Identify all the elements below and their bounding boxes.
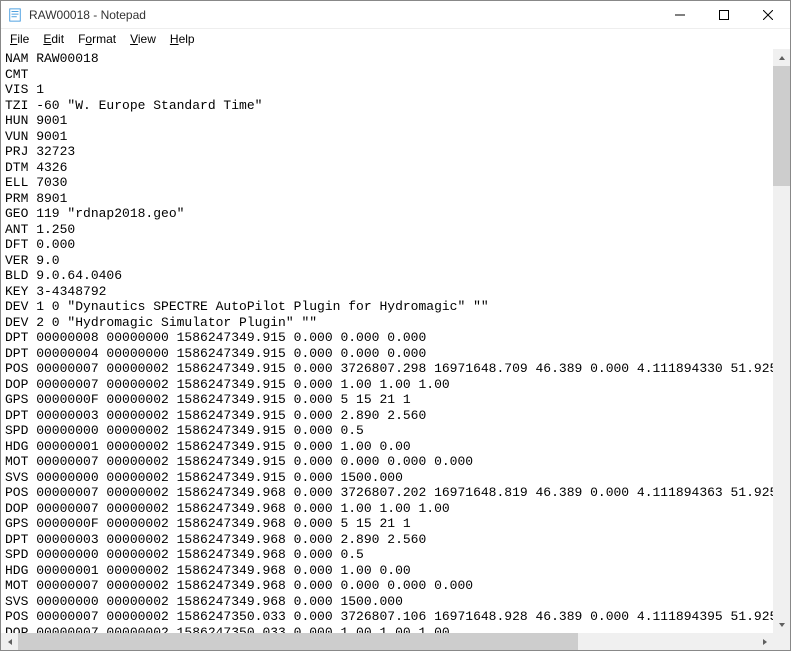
menubar: File Edit Format View Help (1, 29, 790, 49)
scroll-corner (773, 633, 790, 650)
scroll-down-button[interactable] (773, 616, 790, 633)
scroll-right-button[interactable] (756, 633, 773, 650)
menu-edit[interactable]: Edit (36, 31, 71, 47)
window-controls (658, 1, 790, 28)
scroll-left-button[interactable] (1, 633, 18, 650)
vertical-scrollbar[interactable] (773, 49, 790, 633)
titlebar: RAW00018 - Notepad (1, 1, 790, 29)
horizontal-scroll-track[interactable] (18, 633, 756, 650)
menu-file[interactable]: File (3, 31, 36, 47)
vertical-scroll-track[interactable] (773, 66, 790, 616)
horizontal-scroll-thumb[interactable] (18, 633, 578, 650)
horizontal-scrollbar[interactable] (1, 633, 790, 650)
maximize-button[interactable] (702, 1, 746, 28)
scroll-up-button[interactable] (773, 49, 790, 66)
text-area[interactable]: NAM RAW00018 CMT VIS 1 TZI -60 "W. Europ… (1, 49, 773, 633)
menu-help[interactable]: Help (163, 31, 202, 47)
minimize-button[interactable] (658, 1, 702, 28)
menu-format[interactable]: Format (71, 31, 123, 47)
window-title: RAW00018 - Notepad (29, 8, 658, 22)
close-button[interactable] (746, 1, 790, 28)
notepad-icon (7, 7, 23, 23)
vertical-scroll-thumb[interactable] (773, 66, 790, 186)
menu-view[interactable]: View (123, 31, 163, 47)
